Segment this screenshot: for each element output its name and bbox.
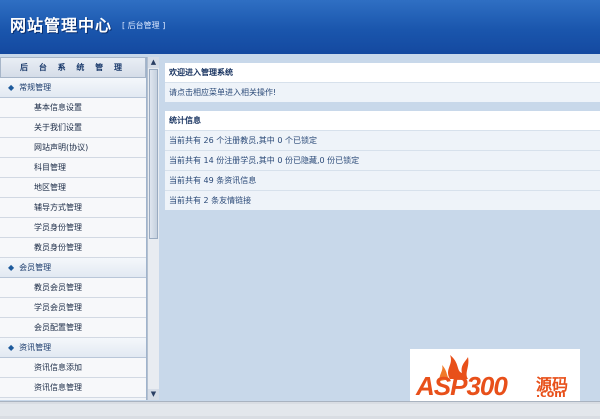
site-subtitle: [ 后台管理 ] xyxy=(122,21,166,30)
sidebar-item-member-config[interactable]: 会员配置管理 xyxy=(0,318,146,338)
stats-row: 当前共有 26 个注册教员,其中 0 个已锁定 xyxy=(165,130,600,150)
sidebar-item-site-statement[interactable]: 网站声明(协议) xyxy=(0,138,146,158)
sidebar-item-about-us[interactable]: 关于我们设置 xyxy=(0,118,146,138)
stats-panel: 统计信息 当前共有 26 个注册教员,其中 0 个已锁定 当前共有 14 份注册… xyxy=(165,111,600,210)
welcome-text: 请点击相应菜单进入相关操作! xyxy=(165,82,600,102)
sidebar-group-label: 会员管理 xyxy=(19,263,52,272)
sidebar-group-general[interactable]: ◆ 常规管理 xyxy=(0,78,146,98)
scroll-up-icon[interactable]: ▲ xyxy=(148,57,159,68)
sidebar-item-student-members[interactable]: 学员会员管理 xyxy=(0,298,146,318)
scroll-down-icon[interactable]: ▼ xyxy=(148,389,159,400)
stats-title: 统计信息 xyxy=(165,111,600,130)
diamond-icon: ◆ xyxy=(8,263,15,272)
site-title: 网站管理中心 xyxy=(10,16,113,35)
scroll-track[interactable] xyxy=(0,404,600,416)
watermark-domain: .com xyxy=(536,387,566,400)
stats-row: 当前共有 2 条友情链接 xyxy=(165,190,600,210)
sidebar-item-basic-info[interactable]: 基本信息设置 xyxy=(0,98,146,118)
sidebar-item-subjects[interactable]: 科目管理 xyxy=(0,158,146,178)
sidebar-group-members[interactable]: ◆ 会员管理 xyxy=(0,258,146,278)
sidebar-group-label: 常规管理 xyxy=(19,83,52,92)
sidebar-item-student-identity[interactable]: 学员身份管理 xyxy=(0,218,146,238)
sidebar-scrollbar[interactable]: ▲ ▼ xyxy=(147,57,159,400)
sidebar-item-teacher-members[interactable]: 教员会员管理 xyxy=(0,278,146,298)
diamond-icon: ◆ xyxy=(8,83,15,92)
sidebar: 后 台 系 统 管 理 ◆ 常规管理 基本信息设置 关于我们设置 网站声明(协议)… xyxy=(0,57,147,400)
stats-row: 当前共有 49 条资讯信息 xyxy=(165,170,600,190)
sidebar-heading: 后 台 系 统 管 理 xyxy=(0,57,146,78)
sidebar-group-news[interactable]: ◆ 资讯管理 xyxy=(0,338,146,358)
sidebar-item-teacher-identity[interactable]: 教员身份管理 xyxy=(0,238,146,258)
sidebar-item-regions[interactable]: 地区管理 xyxy=(0,178,146,198)
header-banner: 网站管理中心 [ 后台管理 ] xyxy=(0,0,600,54)
welcome-panel: 欢迎进入管理系统 请点击相应菜单进入相关操作! xyxy=(165,63,600,102)
welcome-title: 欢迎进入管理系统 xyxy=(165,63,600,82)
stats-row: 当前共有 14 份注册学员,其中 0 份已隐藏,0 份已锁定 xyxy=(165,150,600,170)
horizontal-scrollbar[interactable] xyxy=(0,401,600,419)
scroll-thumb[interactable] xyxy=(149,69,158,239)
watermark-brand: ASP300 xyxy=(416,371,508,401)
sidebar-item-news-add[interactable]: 资讯信息添加 xyxy=(0,358,146,378)
sidebar-item-news-manage[interactable]: 资讯信息管理 xyxy=(0,378,146,398)
diamond-icon: ◆ xyxy=(8,343,15,352)
sidebar-group-label: 资讯管理 xyxy=(19,343,52,352)
sidebar-item-tutoring-modes[interactable]: 辅导方式管理 xyxy=(0,198,146,218)
watermark-logo: ASP300 源码 .com xyxy=(410,349,580,401)
